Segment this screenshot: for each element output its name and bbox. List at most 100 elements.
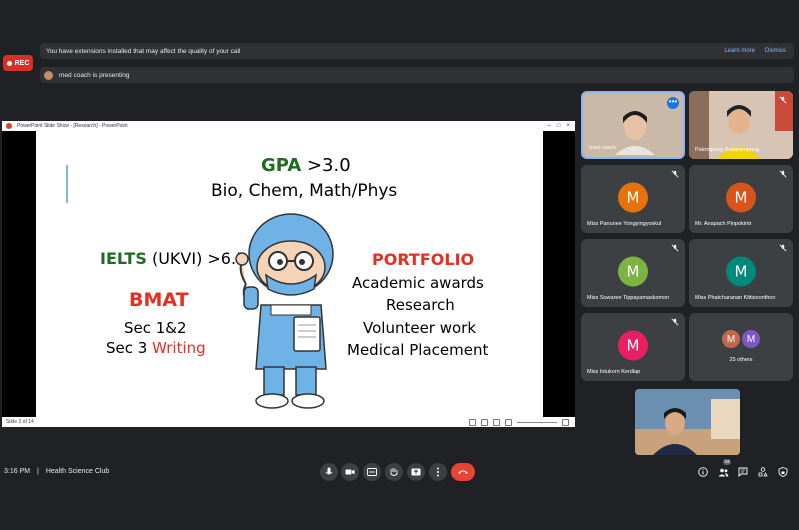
participant-count-badge: 34	[723, 459, 731, 465]
meeting-info: 3:16 PM | Health Science Club	[4, 468, 109, 475]
mic-off-icon	[779, 244, 787, 252]
participant-video-feed	[613, 105, 657, 155]
camera-icon	[345, 469, 355, 475]
slideshow-icon[interactable]	[505, 418, 512, 426]
bmat-label: BMAT	[129, 289, 189, 311]
zoom-slider[interactable]	[517, 421, 557, 423]
participant-name: Patompong Satapornpong	[695, 147, 760, 153]
portfolio-item: Medical Placement	[347, 341, 489, 359]
participant-name: Miss Suwaree Tippayamaskomon	[587, 295, 670, 301]
chat-icon	[738, 467, 748, 477]
portfolio-item: Academic awards	[352, 274, 484, 292]
more-options-icon[interactable]: •••	[667, 97, 679, 109]
extensions-banner: You have extensions installed that may a…	[40, 43, 794, 59]
raise-hand-button[interactable]	[385, 463, 403, 481]
participant-name: Miss Phatcharanan Kittisoonthon	[695, 295, 776, 301]
dismiss-button[interactable]: Dismiss	[765, 48, 786, 54]
people-button[interactable]	[717, 466, 729, 478]
end-call-icon	[458, 470, 468, 474]
bmat-sec3-prefix: Sec 3	[106, 339, 153, 357]
portfolio-item: Research	[386, 296, 455, 314]
leave-call-button[interactable]	[451, 463, 475, 481]
slide-sorter-icon[interactable]	[481, 418, 488, 426]
participant-tile[interactable]: Patompong Satapornpong	[689, 91, 793, 159]
learn-more-link[interactable]: Learn more	[724, 48, 755, 54]
recording-badge: REC	[3, 55, 33, 71]
meeting-name: Health Science Club	[45, 468, 110, 475]
ielts-line: IELTS (UKVI) >6.5	[100, 249, 246, 268]
powerpoint-icon	[6, 123, 12, 129]
shield-lock-icon	[778, 467, 788, 477]
ppt-statusbar: Slide 2 of 14	[2, 417, 575, 427]
host-controls-button[interactable]	[777, 466, 789, 478]
gpa-label: GPA	[261, 155, 302, 176]
participant-tile[interactable]: M Miss Suwaree Tippayamaskomon	[581, 239, 685, 307]
presenter-avatar	[44, 70, 53, 80]
slide: GPA >3.0 Bio, Chem, Math/Phys IELTS (UKV…	[36, 131, 543, 417]
meeting-time: 3:16 PM	[4, 468, 31, 475]
mic-off-icon	[779, 96, 787, 104]
meeting-details-button[interactable]	[697, 466, 709, 478]
avatar: M	[618, 330, 648, 361]
participant-tile[interactable]: M Mr. Anapach Pinpokintr	[689, 165, 793, 233]
fit-slide-icon[interactable]	[562, 418, 569, 426]
avatar: M	[742, 330, 760, 348]
mic-toggle-button[interactable]	[320, 463, 338, 481]
participant-name: Miss Intukorn Kerdlap	[587, 369, 641, 375]
bmat-sec3: Sec 3 Writing	[106, 339, 206, 357]
mic-off-icon	[779, 170, 787, 178]
participant-tile[interactable]: M Miss Intukorn Kerdlap	[581, 313, 685, 381]
participant-name: Mr. Anapach Pinpokintr	[695, 221, 752, 227]
avatar: M	[726, 256, 756, 287]
self-view[interactable]	[635, 389, 740, 455]
captions-icon	[367, 468, 377, 476]
captions-button[interactable]	[363, 463, 381, 481]
avatar: M	[618, 182, 648, 213]
slide-accent-bar	[66, 165, 68, 203]
meeting-separator: |	[37, 468, 39, 475]
self-video-feed	[635, 389, 740, 455]
gpa-value: >3.0	[301, 155, 351, 176]
avatar: M	[618, 256, 648, 287]
presenting-message: med coach is presenting	[59, 71, 130, 79]
presentation-window: PowerPoint Slide Show - [Research] - Pow…	[2, 121, 575, 427]
bmat-sec1: Sec 1&2	[124, 319, 187, 337]
bmat-sec3-highlight: Writing	[152, 339, 206, 357]
raise-hand-icon	[390, 468, 398, 476]
present-now-button[interactable]	[407, 463, 425, 481]
others-tile[interactable]: M M 25 others	[689, 313, 793, 381]
maximize-icon[interactable]: □	[557, 123, 561, 129]
ielts-label: IELTS	[100, 249, 147, 268]
avatar: M	[726, 182, 756, 213]
activities-button[interactable]	[757, 466, 769, 478]
camera-toggle-button[interactable]	[341, 463, 359, 481]
more-options-button[interactable]	[429, 463, 447, 481]
slide-counter: Slide 2 of 14	[6, 419, 34, 425]
ppt-window-title: PowerPoint Slide Show - [Research] - Pow…	[17, 123, 128, 129]
participant-tile[interactable]: ••• med coach	[581, 91, 685, 159]
people-icon	[718, 468, 728, 476]
participant-name: Miss Panunee Yongyingyoskul	[587, 221, 662, 227]
participant-tile[interactable]: M Miss Panunee Yongyingyoskul	[581, 165, 685, 233]
present-screen-icon	[411, 468, 421, 476]
mic-off-icon	[671, 244, 679, 252]
activities-icon	[758, 467, 768, 477]
extensions-message: You have extensions installed that may a…	[46, 47, 241, 55]
minimize-icon[interactable]: –	[548, 123, 551, 129]
normal-view-icon[interactable]	[469, 418, 476, 426]
record-dot-icon	[6, 60, 12, 66]
presenting-banner: med coach is presenting	[40, 67, 794, 83]
microphone-icon	[325, 467, 333, 475]
chat-button[interactable]	[737, 466, 749, 478]
more-vert-icon	[437, 467, 439, 477]
close-icon[interactable]: ×	[566, 123, 570, 129]
participant-tile[interactable]: M Miss Phatcharanan Kittisoonthon	[689, 239, 793, 307]
rec-label: REC	[14, 59, 30, 67]
gpa-subjects: Bio, Chem, Math/Phys	[211, 181, 398, 201]
reading-view-icon[interactable]	[493, 418, 500, 426]
avatar: M	[722, 330, 740, 348]
gpa-line: GPA >3.0	[261, 155, 351, 176]
mic-off-icon	[671, 170, 679, 178]
participant-name: med coach	[589, 145, 616, 151]
info-icon	[698, 467, 708, 477]
